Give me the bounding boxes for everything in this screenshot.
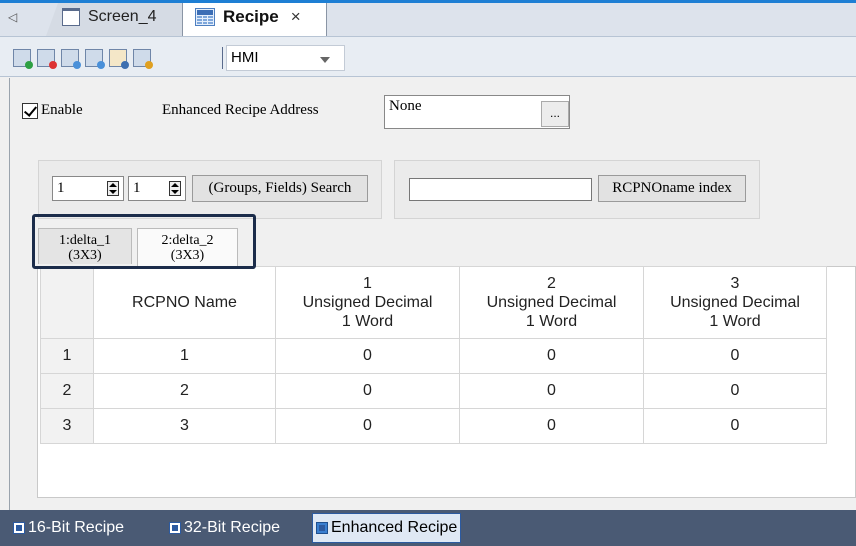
column-size: 1 Word <box>525 313 578 330</box>
chevron-down-icon <box>320 57 330 63</box>
tab-16-bit-label: 16-Bit Recipe <box>28 519 125 536</box>
toolbar-separator <box>222 47 223 69</box>
table-row: 2 2 0 0 0 <box>40 373 827 409</box>
tab-32-bit-label: 32-Bit Recipe <box>184 519 281 536</box>
tab-scroll-left-icon[interactable]: ◁ <box>8 10 17 24</box>
column-header-name[interactable]: RCPNO Name <box>93 266 276 339</box>
spin-arrows-icon[interactable] <box>107 181 119 196</box>
address-field[interactable]: None ... <box>384 95 570 129</box>
address-value: None <box>389 98 422 114</box>
rcpno-name-cell[interactable]: 2 <box>93 373 276 409</box>
column-type: Unsigned Decimal <box>486 294 617 311</box>
groups-stepper[interactable]: 1 <box>52 176 124 201</box>
rcpno-name-cell[interactable]: 1 <box>93 338 276 374</box>
value-cell[interactable]: 0 <box>275 338 460 374</box>
row-index[interactable]: 1 <box>40 338 94 374</box>
column-size: 1 Word <box>709 313 761 330</box>
column-header[interactable]: 2 Unsigned Decimal 1 Word <box>459 266 644 339</box>
table-row: 1 1 0 0 0 <box>40 338 827 374</box>
brush-icon[interactable] <box>109 49 129 69</box>
value-cell[interactable]: 0 <box>275 373 460 409</box>
groups-value: 1 <box>57 180 65 196</box>
column-type: Unsigned Decimal <box>302 294 433 311</box>
browse-button[interactable]: ... <box>541 101 569 127</box>
enhanced-address-label: Enhanced Recipe Address <box>162 102 319 118</box>
delete-recipe-icon[interactable] <box>37 49 57 69</box>
spin-arrows-icon[interactable] <box>169 181 181 196</box>
recipe-toolbar: HMI <box>0 36 856 77</box>
groups-fields-search-button[interactable]: (Groups, Fields) Search <box>192 175 368 202</box>
add-recipe-icon[interactable] <box>13 49 33 69</box>
edit-icon[interactable] <box>133 49 153 69</box>
row-index[interactable]: 3 <box>40 408 94 444</box>
value-cell[interactable]: 0 <box>275 408 460 444</box>
column-number: 3 <box>730 275 740 292</box>
highlight-box <box>32 214 256 269</box>
row-index[interactable]: 2 <box>40 373 94 409</box>
recipe-grid-icon <box>195 8 215 26</box>
column-size: 1 Word <box>341 313 394 330</box>
column-number: 1 <box>363 275 372 292</box>
fields-stepper[interactable]: 1 <box>128 176 186 201</box>
recipe-16-icon <box>13 522 25 534</box>
rcpno-name-input[interactable] <box>409 178 592 201</box>
value-cell[interactable]: 0 <box>643 408 827 444</box>
recipe-table: RCPNO Name 1 Unsigned Decimal 1 Word 2 U… <box>40 266 827 444</box>
tab-16-bit-recipe[interactable]: 16-Bit Recipe <box>10 513 127 543</box>
tab-recipe-label: Recipe <box>223 7 279 26</box>
tab-screen4-label: Screen_4 <box>88 8 157 25</box>
value-cell[interactable]: 0 <box>459 338 644 374</box>
tab-recipe[interactable]: Recipe × <box>195 6 301 28</box>
enable-label: Enable <box>41 102 83 118</box>
tab-enhanced-label: Enhanced Recipe <box>331 519 458 536</box>
column-type: Unsigned Decimal <box>670 294 800 311</box>
column-header[interactable]: 3 Unsigned Decimal 1 Word <box>643 266 827 339</box>
value-cell[interactable]: 0 <box>643 373 827 409</box>
recipe-32-icon <box>169 522 181 534</box>
export-icon[interactable] <box>85 49 105 69</box>
enhanced-recipe-icon <box>316 522 328 534</box>
import-icon[interactable] <box>61 49 81 69</box>
value-cell[interactable]: 0 <box>459 373 644 409</box>
fields-value: 1 <box>133 180 141 196</box>
tab-screen4[interactable]: Screen_4 <box>62 6 157 28</box>
column-header[interactable]: 1 Unsigned Decimal 1 Word <box>275 266 460 339</box>
table-header-row: RCPNO Name 1 Unsigned Decimal 1 Word 2 U… <box>40 266 827 339</box>
device-select-value: HMI <box>231 49 259 66</box>
corner-cell[interactable] <box>40 266 94 339</box>
rcpno-name-index-button[interactable]: RCPNOname index <box>598 175 746 202</box>
screen-icon <box>62 8 80 26</box>
rcpno-name-cell[interactable]: 3 <box>93 408 276 444</box>
tab-enhanced-recipe[interactable]: Enhanced Recipe <box>312 513 462 543</box>
tab-32-bit-recipe[interactable]: 32-Bit Recipe <box>166 513 283 543</box>
table-row: 3 3 0 0 0 <box>40 408 827 444</box>
device-select[interactable]: HMI <box>226 45 345 71</box>
value-cell[interactable]: 0 <box>459 408 644 444</box>
column-number: 2 <box>547 275 556 292</box>
value-cell[interactable]: 0 <box>643 338 827 374</box>
enable-checkbox[interactable] <box>22 103 38 119</box>
close-icon[interactable]: × <box>291 7 301 27</box>
